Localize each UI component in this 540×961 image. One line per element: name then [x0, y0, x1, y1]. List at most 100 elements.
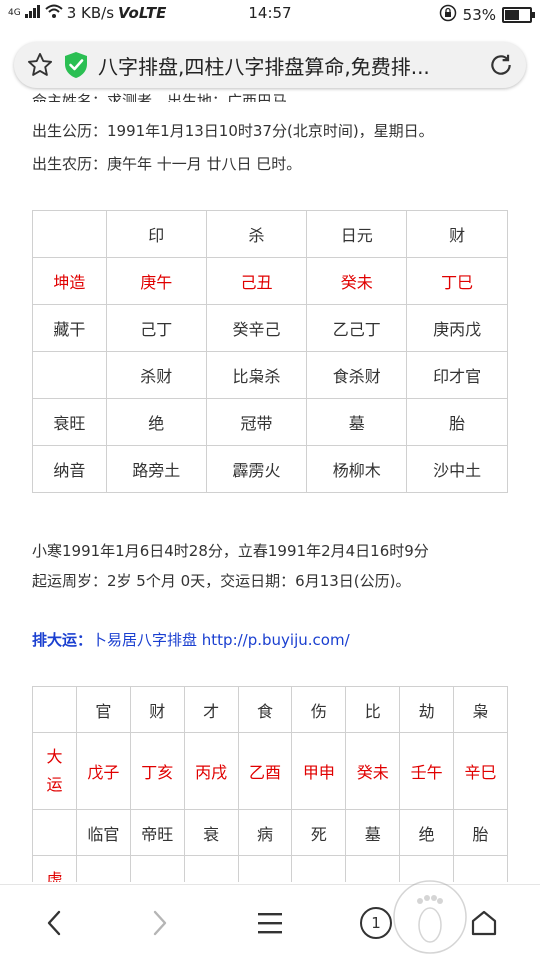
dayun-header-cell: 劫	[399, 686, 455, 733]
bazi-header-cell: 日元	[306, 210, 408, 258]
page-content[interactable]: 命主姓名：求测者，出生地：广西巴马。 出生公历：1991年1月13日10时37分…	[0, 92, 540, 882]
dayun-cell: 胎	[453, 809, 508, 856]
secure-shield-icon[interactable]	[64, 51, 88, 79]
dayun-ganzhi-row: 大运 戊子 丁亥 丙戌 乙酉 甲申 癸未 壬午 辛巳	[32, 732, 508, 810]
bazi-cell: 杀财	[105, 351, 207, 399]
dayun-header-cell: 食	[237, 686, 293, 733]
solar-birth-line: 出生公历：1991年1月13日10时37分(北京时间)，星期日。	[32, 122, 434, 140]
chevron-left-icon	[44, 909, 64, 937]
page-title[interactable]: 八字排盘,四柱八字排盘算命,免费排...	[98, 51, 478, 80]
chevron-right-icon	[150, 909, 170, 937]
dayun-label: 排大运：	[32, 631, 93, 649]
dayun-cell: 衰	[183, 809, 239, 856]
hamburger-menu-icon	[257, 911, 283, 935]
back-button[interactable]	[34, 903, 74, 943]
refresh-icon[interactable]	[488, 52, 514, 78]
bazi-header-cell	[32, 210, 107, 258]
bazi-cell	[32, 351, 107, 399]
bazi-header-cell: 印	[105, 210, 207, 258]
dayun-cell: 帝旺	[129, 809, 185, 856]
dayun-header-cell: 伤	[291, 686, 347, 733]
bazi-row-shishen: 杀财 比枭杀 食杀财 印才官	[32, 351, 508, 399]
bazi-cell: 乙己丁	[306, 304, 408, 352]
bazi-row-ganzhi: 坤造 庚午 己丑 癸未 丁巳	[32, 257, 508, 305]
dayun-line: 排大运：卜易居八字排盘 http://p.buyiju.com/	[32, 629, 350, 650]
footprint-watermark-icon	[390, 877, 470, 957]
bazi-cell: 癸未	[306, 257, 408, 305]
qiyun-line: 起运周岁：2岁 5个月 0天，交运日期：6月13日(公历)。	[32, 572, 411, 590]
dayun-cell: 甲申	[291, 732, 347, 810]
tab-count-badge: 1	[360, 907, 392, 939]
bazi-row-shuaiwang: 衰旺 绝 冠带 墓 胎	[32, 398, 508, 446]
forward-button[interactable]	[140, 903, 180, 943]
bazi-cell: 杨柳木	[306, 445, 408, 493]
dayun-header-cell: 才	[183, 686, 239, 733]
bazi-cell: 藏干	[32, 304, 107, 352]
bazi-cell: 癸辛己	[205, 304, 308, 352]
dayun-header-cell: 比	[345, 686, 401, 733]
dayun-partial-label: 虚	[32, 855, 77, 882]
bazi-cell: 庚丙戊	[406, 304, 508, 352]
dayun-cell: 死	[291, 809, 347, 856]
dayun-header-cell: 财	[129, 686, 185, 733]
status-bar: 4G 3 KB/s VoLTE 14:57 53%	[0, 0, 540, 28]
bazi-cell: 纳音	[32, 445, 107, 493]
home-icon	[470, 909, 498, 937]
home-button[interactable]	[464, 903, 504, 943]
dayun-link[interactable]: 卜易居八字排盘 http://p.buyiju.com/	[92, 631, 350, 649]
bazi-cell: 印才官	[406, 351, 508, 399]
bazi-cell: 己丁	[105, 304, 207, 352]
bottom-nav: 1	[0, 880, 540, 961]
address-bar[interactable]: 八字排盘,四柱八字排盘算命,免费排...	[14, 42, 526, 88]
dayun-cell: 癸未	[345, 732, 401, 810]
dayun-cell: 病	[237, 809, 293, 856]
bazi-cell: 冠带	[205, 398, 308, 446]
bazi-cell: 路旁土	[105, 445, 207, 493]
dayun-cell	[291, 855, 347, 882]
bazi-cell: 胎	[406, 398, 508, 446]
bazi-cell: 比枭杀	[205, 351, 308, 399]
dayun-header-cell: 枭	[453, 686, 508, 733]
dayun-cell	[129, 855, 185, 882]
dayun-cell: 辛巳	[453, 732, 508, 810]
solar-terms-line: 小寒1991年1月6日4时28分，立春1991年2月4日16时9分	[32, 542, 429, 560]
dayun-cell: 丙戌	[183, 732, 239, 810]
bazi-row-canggan: 藏干 己丁 癸辛己 乙己丁 庚丙戊	[32, 304, 508, 352]
bazi-cell: 丁巳	[406, 257, 508, 305]
bookmark-star-icon[interactable]	[26, 51, 54, 79]
dayun-header-cell: 官	[75, 686, 131, 733]
dayun-cell: 绝	[399, 809, 455, 856]
bazi-header-row: 印 杀 日元 财	[32, 210, 508, 258]
bazi-cell: 庚午	[105, 257, 207, 305]
status-right: 53%	[439, 4, 535, 26]
menu-button[interactable]	[250, 903, 290, 943]
dayun-cell: 临官	[75, 809, 131, 856]
rotation-lock-icon	[439, 4, 457, 26]
bazi-cell: 沙中土	[406, 445, 508, 493]
dayun-cell: 墓	[345, 809, 401, 856]
dayun-cell: 壬午	[399, 732, 455, 810]
dayun-row-label-2: 运	[46, 775, 63, 794]
lunar-birth-line: 出生农历：庚午年 十一月 廿八日 巳时。	[32, 155, 302, 173]
bazi-cell: 霹雳火	[205, 445, 308, 493]
dayun-cell	[237, 855, 293, 882]
bazi-cell: 食杀财	[306, 351, 408, 399]
bazi-cell: 坤造	[32, 257, 107, 305]
battery-percent: 53%	[462, 6, 496, 24]
dayun-header-cell	[32, 686, 77, 733]
dayun-row-label: 大运	[32, 732, 77, 810]
dayun-cell	[32, 809, 77, 856]
dayun-cell	[183, 855, 239, 882]
bazi-cell: 墓	[306, 398, 408, 446]
dayun-table: 官 财 才 食 伤 比 劫 枭 大运 戊子 丁亥 丙戌 乙酉 甲申 癸未 壬午 …	[32, 686, 508, 882]
bazi-table: 印 杀 日元 财 坤造 庚午 己丑 癸未 丁巳 藏干 己丁 癸辛己 乙己丁 庚丙…	[32, 210, 508, 493]
dayun-cell: 戊子	[75, 732, 131, 810]
bazi-cell: 衰旺	[32, 398, 107, 446]
dayun-row-label-1: 大	[46, 747, 63, 766]
battery-icon	[502, 7, 535, 23]
partial-line: 命主姓名：求测者，出生地：广西巴马。	[32, 92, 303, 102]
bazi-header-cell: 财	[406, 210, 508, 258]
dayun-cell: 丁亥	[129, 732, 185, 810]
dayun-cell: 乙酉	[237, 732, 293, 810]
bazi-cell: 己丑	[205, 257, 308, 305]
